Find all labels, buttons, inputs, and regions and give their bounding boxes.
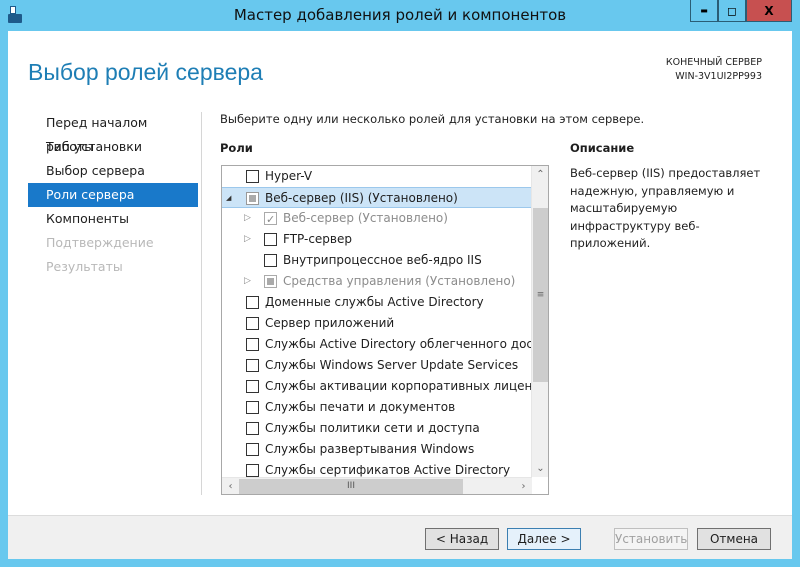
checkbox[interactable] <box>264 233 277 246</box>
role-label: Службы Windows Server Update Services <box>265 358 519 372</box>
role-label: Службы Active Directory облегченного дос… <box>265 337 549 351</box>
role-label: Службы развертывания Windows <box>265 442 475 456</box>
role-label: Службы активации корпоративных лицензий <box>265 379 549 393</box>
role-item[interactable]: ▷ FTP-сервер <box>222 229 532 250</box>
next-button[interactable]: Далее > <box>507 528 581 550</box>
target-server-name: WIN-3V1UI2PP993 <box>675 71 762 82</box>
checkbox[interactable] <box>246 192 259 205</box>
scroll-left-icon[interactable]: ‹ <box>222 478 239 494</box>
role-label: Веб-сервер (Установлено) <box>283 211 448 225</box>
role-item[interactable]: Доменные службы Active Directory <box>222 292 532 313</box>
checkbox[interactable] <box>246 359 259 372</box>
expand-arrow-icon[interactable]: ▷ <box>244 271 251 292</box>
checkbox[interactable] <box>264 254 277 267</box>
nav-item[interactable]: Роли сервера <box>28 183 198 207</box>
checkbox[interactable] <box>264 209 277 230</box>
checkbox[interactable] <box>246 464 259 477</box>
role-label: Средства управления (Установлено) <box>283 274 516 288</box>
role-item[interactable]: Службы активации корпоративных лицензий <box>222 376 548 397</box>
roles-tree[interactable]: Hyper-V ◢ Веб-сервер (IIS) (Установлено) ▷ В… <box>221 165 549 495</box>
checkbox[interactable] <box>246 443 259 456</box>
nav-item[interactable]: Выбор сервера <box>28 159 198 183</box>
title-bar[interactable]: Мастер добавления ролей и компонентов ▬ … <box>0 0 800 31</box>
maximize-button[interactable]: ◻ <box>718 0 746 22</box>
divider <box>201 112 202 495</box>
scroll-right-icon[interactable]: › <box>515 478 532 494</box>
role-label: FTP-сервер <box>283 232 352 246</box>
close-button[interactable]: X <box>746 0 792 22</box>
role-item[interactable]: Службы развертывания Windows <box>222 439 532 460</box>
collapse-arrow-icon[interactable]: ◢ <box>226 188 231 209</box>
description-text: Веб-сервер (IIS) предоставляет надежную,… <box>570 166 761 250</box>
roles-heading: Роли <box>220 141 253 155</box>
role-label: Hyper-V <box>265 169 313 183</box>
role-label: Службы печати и документов <box>265 400 456 414</box>
instructions: Выберите одну или несколько ролей для ус… <box>220 112 645 126</box>
wizard-body: Выбор ролей сервера КОНЕЧНЫЙ СЕРВЕР WIN-… <box>8 31 792 559</box>
checkbox[interactable] <box>246 422 259 435</box>
back-button[interactable]: < Назад <box>425 528 499 550</box>
role-item[interactable]: Службы политики сети и доступа <box>222 418 532 439</box>
scroll-down-icon[interactable]: ⌄ <box>532 460 548 477</box>
install-button[interactable]: Установить <box>614 528 688 550</box>
target-server-label: КОНЕЧНЫЙ СЕРВЕР <box>665 57 762 68</box>
nav-item: Подтверждение <box>46 235 154 250</box>
checkbox[interactable] <box>246 401 259 414</box>
checkbox[interactable] <box>246 380 259 393</box>
role-label: Службы политики сети и доступа <box>265 421 480 435</box>
role-item[interactable]: ◢ Веб-сервер (IIS) (Установлено) <box>222 187 532 208</box>
horizontal-scrollbar[interactable]: ‹ III › <box>222 477 532 494</box>
nav-item[interactable]: Тип установки <box>28 135 198 159</box>
description-heading: Описание <box>570 141 635 155</box>
role-label: Доменные службы Active Directory <box>265 295 484 309</box>
checkbox[interactable] <box>246 317 259 330</box>
page-title: Выбор ролей сервера <box>28 59 263 85</box>
role-item[interactable]: Службы печати и документов <box>222 397 532 418</box>
minimize-button[interactable]: ▬ <box>690 0 718 22</box>
cancel-button[interactable]: Отмена <box>697 528 771 550</box>
role-label: Сервер приложений <box>265 316 395 330</box>
role-item[interactable]: Сервер приложений <box>222 313 532 334</box>
role-item[interactable]: Службы Active Directory облегченного дос… <box>222 334 548 355</box>
checkbox[interactable] <box>246 296 259 309</box>
role-item[interactable]: Внутрипроцессное веб-ядро IIS <box>222 250 532 271</box>
window-title: Мастер добавления ролей и компонентов <box>233 6 567 24</box>
expand-arrow-icon[interactable]: ▷ <box>244 208 251 229</box>
nav-item[interactable]: Перед началом работы <box>28 111 198 154</box>
vertical-scroll-thumb[interactable]: ≡ <box>533 208 548 382</box>
footer: < Назад Далее > Установить Отмена <box>8 515 792 559</box>
checkbox[interactable] <box>246 338 259 351</box>
checkbox[interactable] <box>264 275 277 288</box>
checkbox[interactable] <box>246 170 259 183</box>
role-label: Веб-сервер (IIS) (Установлено) <box>265 191 458 205</box>
expand-arrow-icon[interactable]: ▷ <box>244 229 251 250</box>
role-item[interactable]: Hyper-V <box>222 166 532 187</box>
scroll-up-icon[interactable]: ⌃ <box>532 166 548 183</box>
nav-item[interactable]: Компоненты <box>28 207 198 231</box>
role-label: Внутрипроцессное веб-ядро IIS <box>283 253 482 267</box>
vertical-scrollbar[interactable]: ⌃ ≡ ⌄ <box>531 166 548 477</box>
horizontal-scroll-thumb[interactable]: III <box>239 479 463 494</box>
role-item[interactable]: ▷ Веб-сервер (Установлено) <box>222 208 532 230</box>
role-item[interactable]: Службы Windows Server Update Services <box>222 355 532 376</box>
nav-item: Результаты <box>46 259 123 274</box>
target-server: КОНЕЧНЫЙ СЕРВЕР WIN-3V1UI2PP993 <box>666 56 762 84</box>
role-item[interactable]: ▷ Средства управления (Установлено) <box>222 271 532 292</box>
